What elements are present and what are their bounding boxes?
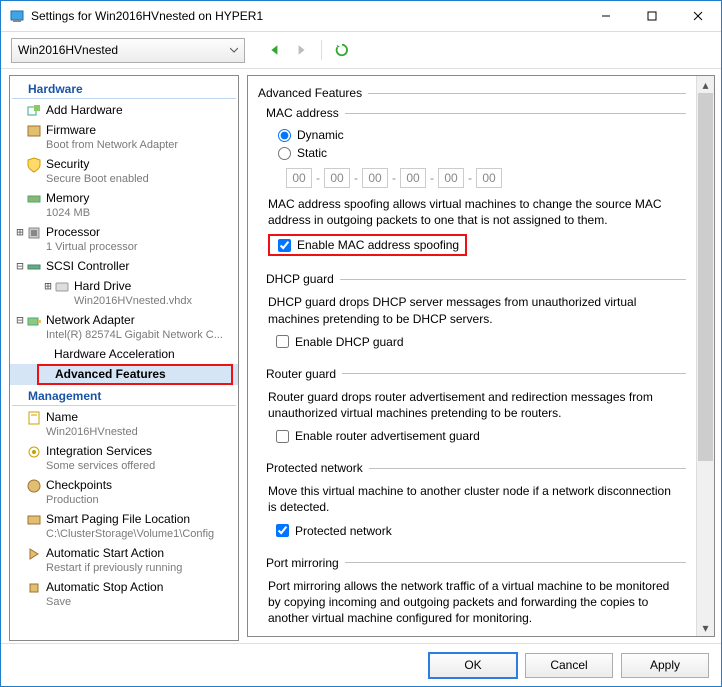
mac-dynamic-radio[interactable] (278, 129, 291, 142)
cpu-icon (26, 225, 42, 241)
vm-selector-combobox[interactable]: Win2016HVnested (11, 38, 245, 63)
mac-octet-5[interactable] (438, 168, 464, 188)
router-guard-checkbox[interactable] (276, 430, 289, 443)
settings-panel-container: Advanced Features MAC address Dynamic (243, 69, 721, 643)
tree-name[interactable]: NameWin2016HVnested (10, 408, 238, 442)
mac-octet-fields: - - - - - (258, 162, 686, 192)
router-group-label: Router guard (266, 367, 336, 381)
mac-octet-6[interactable] (476, 168, 502, 188)
cancel-button[interactable]: Cancel (525, 653, 613, 678)
tree-checkpoints[interactable]: CheckpointsProduction (10, 476, 238, 510)
nav-tree[interactable]: Hardware Add Hardware FirmwareBoot from … (9, 75, 239, 641)
settings-window: Settings for Win2016HVnested on HYPER1 W… (0, 0, 722, 687)
dhcp-guard-label: Enable DHCP guard (295, 335, 404, 349)
apply-button[interactable]: Apply (621, 653, 709, 678)
footer: OK Cancel Apply (1, 643, 721, 686)
settings-panel: Advanced Features MAC address Dynamic (247, 75, 715, 637)
shield-icon (26, 157, 42, 173)
services-icon (26, 444, 42, 460)
panel-scrollbar[interactable]: ▴ ▾ (696, 76, 714, 636)
tree-processor[interactable]: ⊞ Processor1 Virtual processor (10, 223, 238, 257)
mac-static-label: Static (297, 146, 327, 160)
router-desc: Router guard drops router advertisement … (258, 385, 686, 427)
mac-spoof-desc: MAC address spoofing allows virtual mach… (258, 192, 686, 234)
scroll-up-icon[interactable]: ▴ (697, 76, 714, 93)
auto-start-icon (26, 546, 42, 562)
tree-integration-services[interactable]: Integration ServicesSome services offere… (10, 442, 238, 476)
tree-advanced-features[interactable]: Advanced Features (10, 364, 238, 385)
protected-network-checkbox[interactable] (276, 524, 289, 537)
mac-spoof-checkbox[interactable] (278, 239, 291, 252)
scsi-icon (26, 259, 42, 275)
firmware-icon (26, 123, 42, 139)
add-hardware-icon (26, 103, 42, 119)
tree-memory[interactable]: Memory1024 MB (10, 189, 238, 223)
tree-security[interactable]: SecuritySecure Boot enabled (10, 155, 238, 189)
toolbar: Win2016HVnested (1, 32, 721, 69)
mac-static-radio[interactable] (278, 147, 291, 160)
mac-dynamic-label: Dynamic (297, 128, 344, 142)
maximize-button[interactable] (629, 1, 675, 31)
tree-auto-start[interactable]: Automatic Start ActionRestart if previou… (10, 544, 238, 578)
mac-group-label: MAC address (266, 106, 339, 120)
vm-selector-value: Win2016HVnested (18, 43, 118, 57)
protected-group-label: Protected network (266, 461, 363, 475)
router-guard-label: Enable router advertisement guard (295, 429, 480, 443)
mac-octet-1[interactable] (286, 168, 312, 188)
dhcp-guard-checkbox[interactable] (276, 335, 289, 348)
collapse-icon[interactable]: ⊟ (14, 259, 26, 274)
tree-add-hardware[interactable]: Add Hardware (10, 101, 238, 121)
paging-icon (26, 512, 42, 528)
hdd-icon (54, 279, 70, 295)
window-title: Settings for Win2016HVnested on HYPER1 (31, 9, 583, 23)
tree-smart-paging[interactable]: Smart Paging File LocationC:\ClusterStor… (10, 510, 238, 544)
mac-octet-3[interactable] (362, 168, 388, 188)
tree-scsi-controller[interactable]: ⊟ SCSI Controller (10, 257, 238, 277)
tree-auto-stop[interactable]: Automatic Stop ActionSave (10, 578, 238, 612)
protected-desc: Move this virtual machine to another clu… (258, 479, 686, 521)
name-icon (26, 410, 42, 426)
tree-network-adapter[interactable]: ⊟ Network AdapterIntel(R) 82574L Gigabit… (10, 311, 238, 345)
refresh-button[interactable] (332, 40, 352, 60)
section-management: Management (12, 387, 236, 406)
expand-icon[interactable]: ⊞ (42, 279, 54, 294)
dhcp-group-label: DHCP guard (266, 272, 334, 286)
memory-icon (26, 191, 42, 207)
mac-spoof-label: Enable MAC address spoofing (297, 238, 459, 252)
nav-tree-container: Hardware Add Hardware FirmwareBoot from … (1, 69, 243, 643)
scroll-down-icon[interactable]: ▾ (697, 619, 714, 636)
nic-icon (26, 313, 42, 329)
mirror-desc: Port mirroring allows the network traffi… (258, 574, 686, 633)
nav-forward-button[interactable] (291, 40, 311, 60)
mac-octet-4[interactable] (400, 168, 426, 188)
app-icon (9, 8, 25, 24)
titlebar: Settings for Win2016HVnested on HYPER1 (1, 1, 721, 32)
collapse-icon[interactable]: ⊟ (14, 313, 26, 328)
chevron-down-icon (230, 43, 238, 57)
tree-hw-acceleration[interactable]: Hardware Acceleration (10, 345, 238, 364)
panel-title: Advanced Features (258, 86, 362, 100)
tree-hard-drive[interactable]: ⊞ Hard DriveWin2016HVnested.vhdx (10, 277, 238, 311)
tree-firmware[interactable]: FirmwareBoot from Network Adapter (10, 121, 238, 155)
expand-icon[interactable]: ⊞ (14, 225, 26, 240)
ok-button[interactable]: OK (429, 653, 517, 678)
scroll-thumb[interactable] (698, 93, 713, 461)
mirror-group-label: Port mirroring (266, 556, 339, 570)
auto-stop-icon (26, 580, 42, 596)
dhcp-desc: DHCP guard drops DHCP server messages fr… (258, 290, 686, 332)
nav-back-button[interactable] (265, 40, 285, 60)
minimize-button[interactable] (583, 1, 629, 31)
close-button[interactable] (675, 1, 721, 31)
section-hardware: Hardware (12, 80, 236, 99)
protected-network-label: Protected network (295, 524, 392, 538)
checkpoint-icon (26, 478, 42, 494)
mac-octet-2[interactable] (324, 168, 350, 188)
body: Hardware Add Hardware FirmwareBoot from … (1, 69, 721, 643)
